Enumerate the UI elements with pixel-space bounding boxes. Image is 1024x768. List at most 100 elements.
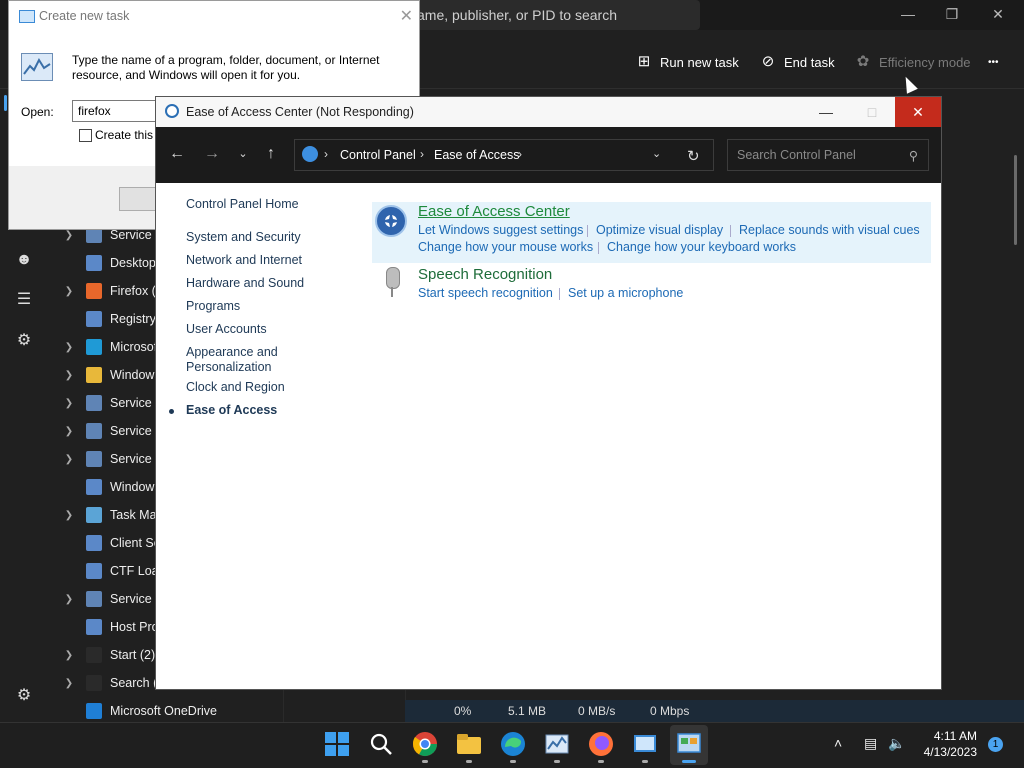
details-list-icon[interactable]: ☰ <box>14 290 34 310</box>
task-manager-search-box[interactable]: ame, publisher, or PID to search <box>405 0 700 30</box>
forward-arrow-icon[interactable]: → <box>201 143 223 165</box>
active-indicator <box>682 760 696 763</box>
search-icon[interactable] <box>367 730 395 758</box>
close-button[interactable]: ✕ <box>895 97 941 127</box>
expand-chevron-icon[interactable]: ❯ <box>60 678 78 689</box>
link-optimize-visual-display[interactable]: Optimize visual display <box>596 223 723 237</box>
breadcrumb-control-panel[interactable]: Control Panel <box>340 148 416 162</box>
ease-of-access-center-link[interactable]: Ease of Access Center <box>418 203 570 220</box>
address-dropdown-chevron-icon[interactable]: ⌄ <box>652 147 661 160</box>
nav-network-and-internet[interactable]: Network and Internet <box>186 253 302 267</box>
search-icon: ⚲ <box>908 149 918 163</box>
close-icon[interactable]: ✕ <box>400 6 413 26</box>
cpu-value: 0% <box>454 704 472 718</box>
admin-privileges-checkbox[interactable] <box>79 129 92 142</box>
running-indicator <box>598 760 604 763</box>
show-hidden-icons-chevron-icon[interactable]: ˄ <box>834 735 842 751</box>
process-icon <box>86 507 102 523</box>
nav-user-accounts[interactable]: User Accounts <box>186 322 267 336</box>
control-panel-icon[interactable] <box>675 730 703 758</box>
search-control-panel-box[interactable]: Search Control Panel ⚲ <box>727 139 929 171</box>
process-name: Windows <box>110 368 161 382</box>
expand-chevron-icon[interactable]: ❯ <box>60 342 78 353</box>
running-indicator <box>554 760 560 763</box>
process-icon <box>86 395 102 411</box>
process-icon <box>86 339 102 355</box>
nav-clock-and-region[interactable]: Clock and Region <box>186 380 285 394</box>
active-bullet <box>169 409 174 414</box>
process-icon <box>86 591 102 607</box>
expand-chevron-icon[interactable]: ❯ <box>60 398 78 409</box>
link-change-keyboard[interactable]: Change how your keyboard works <box>607 240 796 254</box>
up-arrow-icon[interactable]: ↑ <box>260 143 282 165</box>
firefox-icon[interactable] <box>587 730 615 758</box>
process-icon <box>86 367 102 383</box>
run-dialog-taskbar-icon[interactable] <box>631 730 659 758</box>
notification-badge[interactable]: 1 <box>988 737 1003 752</box>
process-icon <box>86 675 102 691</box>
search-control-panel-placeholder: Search Control Panel <box>737 148 856 162</box>
process-row[interactable]: Microsoft OneDrive <box>60 697 280 725</box>
volume-icon[interactable]: 🔈 <box>888 735 905 752</box>
link-set-up-microphone[interactable]: Set up a microphone <box>568 286 683 300</box>
end-task-button[interactable]: ⊘ End task <box>760 50 835 74</box>
run-program-icon <box>21 53 53 81</box>
link-start-speech-recognition[interactable]: Start speech recognition <box>418 286 553 300</box>
recent-locations-chevron-icon[interactable]: ⌄ <box>232 143 254 165</box>
chrome-icon[interactable] <box>411 730 439 758</box>
link-let-windows-suggest[interactable]: Let Windows suggest settings <box>418 223 583 237</box>
start-button[interactable] <box>323 730 351 758</box>
process-name: Windows <box>110 480 161 494</box>
back-arrow-icon[interactable]: ← <box>166 143 188 165</box>
link-replace-sounds[interactable]: Replace sounds with visual cues <box>739 223 920 237</box>
process-list-scrollbar[interactable] <box>1014 155 1017 245</box>
expand-chevron-icon[interactable]: ❯ <box>60 454 78 465</box>
nav-hardware-and-sound[interactable]: Hardware and Sound <box>186 276 304 290</box>
speech-recognition-link[interactable]: Speech Recognition <box>418 266 552 283</box>
nav-personalization[interactable]: Personalization <box>186 360 271 374</box>
more-options-button[interactable]: ••• <box>988 50 999 74</box>
clock-date[interactable]: 4/13/2023 <box>915 745 977 759</box>
users-icon[interactable]: ☻ <box>14 250 34 270</box>
expand-chevron-icon[interactable]: ❯ <box>60 594 78 605</box>
nav-system-and-security[interactable]: System and Security <box>186 230 301 244</box>
expand-chevron-icon[interactable]: ❯ <box>60 370 78 381</box>
maximize-button[interactable]: □ <box>849 97 895 127</box>
task-manager-icon[interactable] <box>543 730 571 758</box>
link-change-mouse[interactable]: Change how your mouse works <box>418 240 593 254</box>
tm-close-button[interactable]: ✕ <box>988 6 1008 24</box>
process-icon <box>86 479 102 495</box>
running-indicator <box>466 760 472 763</box>
settings-gear-icon[interactable]: ⚙ <box>14 686 34 706</box>
nav-ease-of-access[interactable]: Ease of Access <box>186 403 277 417</box>
tm-minimize-button[interactable]: — <box>898 6 918 24</box>
refresh-icon[interactable]: ↻ <box>687 147 700 165</box>
expand-chevron-icon[interactable]: ❯ <box>60 426 78 437</box>
network-icon[interactable]: ▤ <box>864 735 877 752</box>
microphone-icon <box>386 267 400 289</box>
run-new-task-button[interactable]: ⊞ Run new task <box>636 50 739 74</box>
process-name: Registry <box>110 312 156 326</box>
accessibility-icon <box>302 146 318 162</box>
link-divider <box>730 225 731 237</box>
process-icon <box>86 563 102 579</box>
link-divider <box>598 242 599 254</box>
tm-restore-button[interactable]: ❐ <box>942 6 962 24</box>
link-divider <box>587 225 588 237</box>
expand-chevron-icon[interactable]: ❯ <box>60 286 78 297</box>
services-icon[interactable]: ⚙ <box>14 331 34 351</box>
nav-programs[interactable]: Programs <box>186 299 240 313</box>
nav-appearance-and[interactable]: Appearance and <box>186 345 278 359</box>
process-icon <box>86 311 102 327</box>
control-panel-home-link[interactable]: Control Panel Home <box>186 197 299 211</box>
edge-icon[interactable] <box>499 730 527 758</box>
expand-chevron-icon[interactable]: ❯ <box>60 650 78 661</box>
minimize-button[interactable]: — <box>803 97 849 127</box>
expand-chevron-icon[interactable]: ❯ <box>60 510 78 521</box>
expand-chevron-icon[interactable]: ❯ <box>60 230 78 241</box>
clock-time[interactable]: 4:11 AM <box>915 729 977 743</box>
disk-value: 0 MB/s <box>578 704 616 718</box>
breadcrumb-ease-of-access[interactable]: Ease of Access <box>434 148 519 162</box>
file-explorer-icon[interactable] <box>455 730 483 758</box>
efficiency-mode-button[interactable]: ✿ Efficiency mode <box>855 50 971 74</box>
